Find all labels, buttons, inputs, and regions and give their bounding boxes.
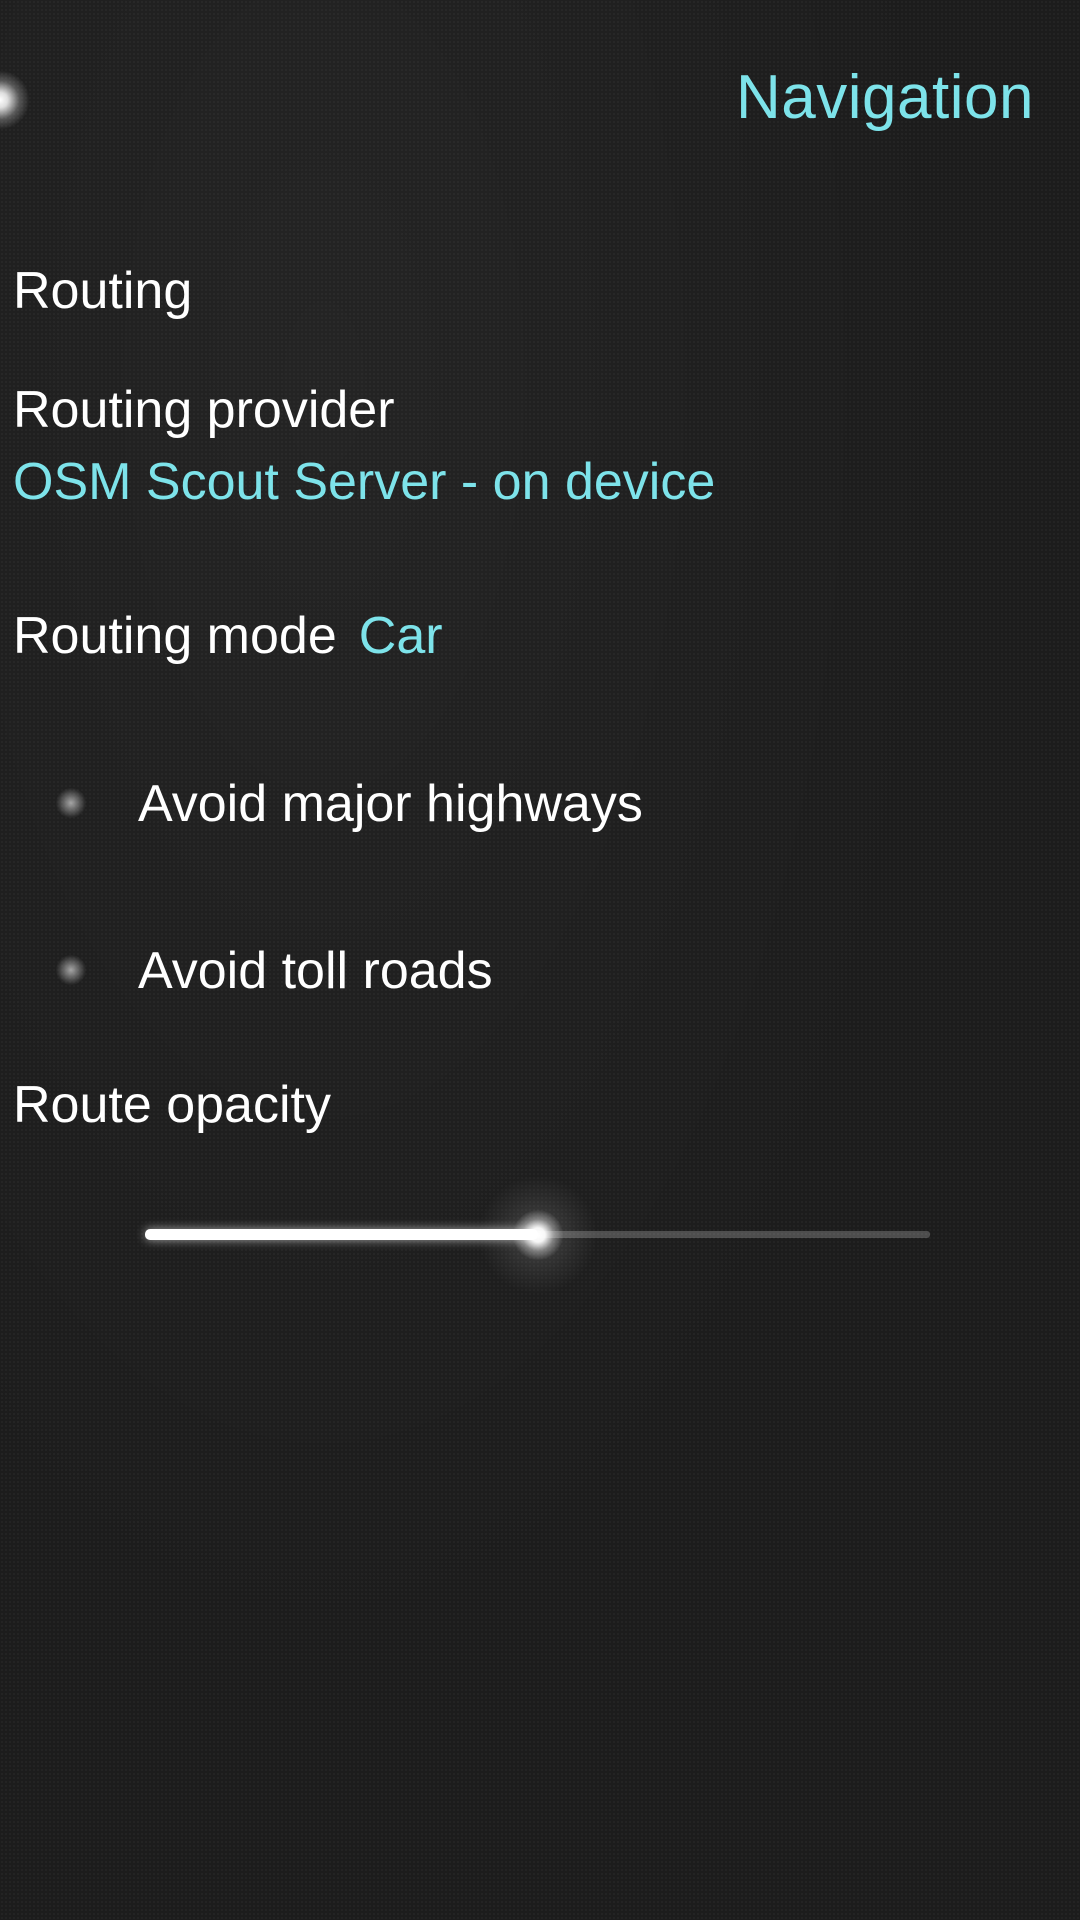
section-header-routing: Routing: [13, 262, 193, 320]
page-title: Navigation: [736, 63, 1034, 132]
route-opacity-slider[interactable]: [145, 1175, 930, 1295]
routing-mode-value: Car: [358, 607, 443, 665]
slider-handle[interactable]: [513, 1210, 563, 1260]
avoid-tolls-switch[interactable]: Avoid toll roads: [0, 925, 1080, 1015]
routing-mode-label: Routing mode: [13, 607, 337, 665]
switch-indicator-icon: [56, 955, 86, 985]
avoid-highways-switch[interactable]: Avoid major highways: [0, 758, 1080, 848]
routing-provider-value: OSM Scout Server - on device: [13, 453, 716, 511]
page-back-indicator[interactable]: [0, 70, 30, 130]
routing-provider-label: Routing provider: [13, 381, 395, 439]
avoid-highways-label: Avoid major highways: [138, 775, 643, 833]
route-opacity-label: Route opacity: [13, 1076, 331, 1134]
switch-indicator-icon: [56, 788, 86, 818]
avoid-tolls-label: Avoid toll roads: [138, 942, 493, 1000]
routing-mode-combobox[interactable]: Routing mode Car: [13, 606, 443, 666]
